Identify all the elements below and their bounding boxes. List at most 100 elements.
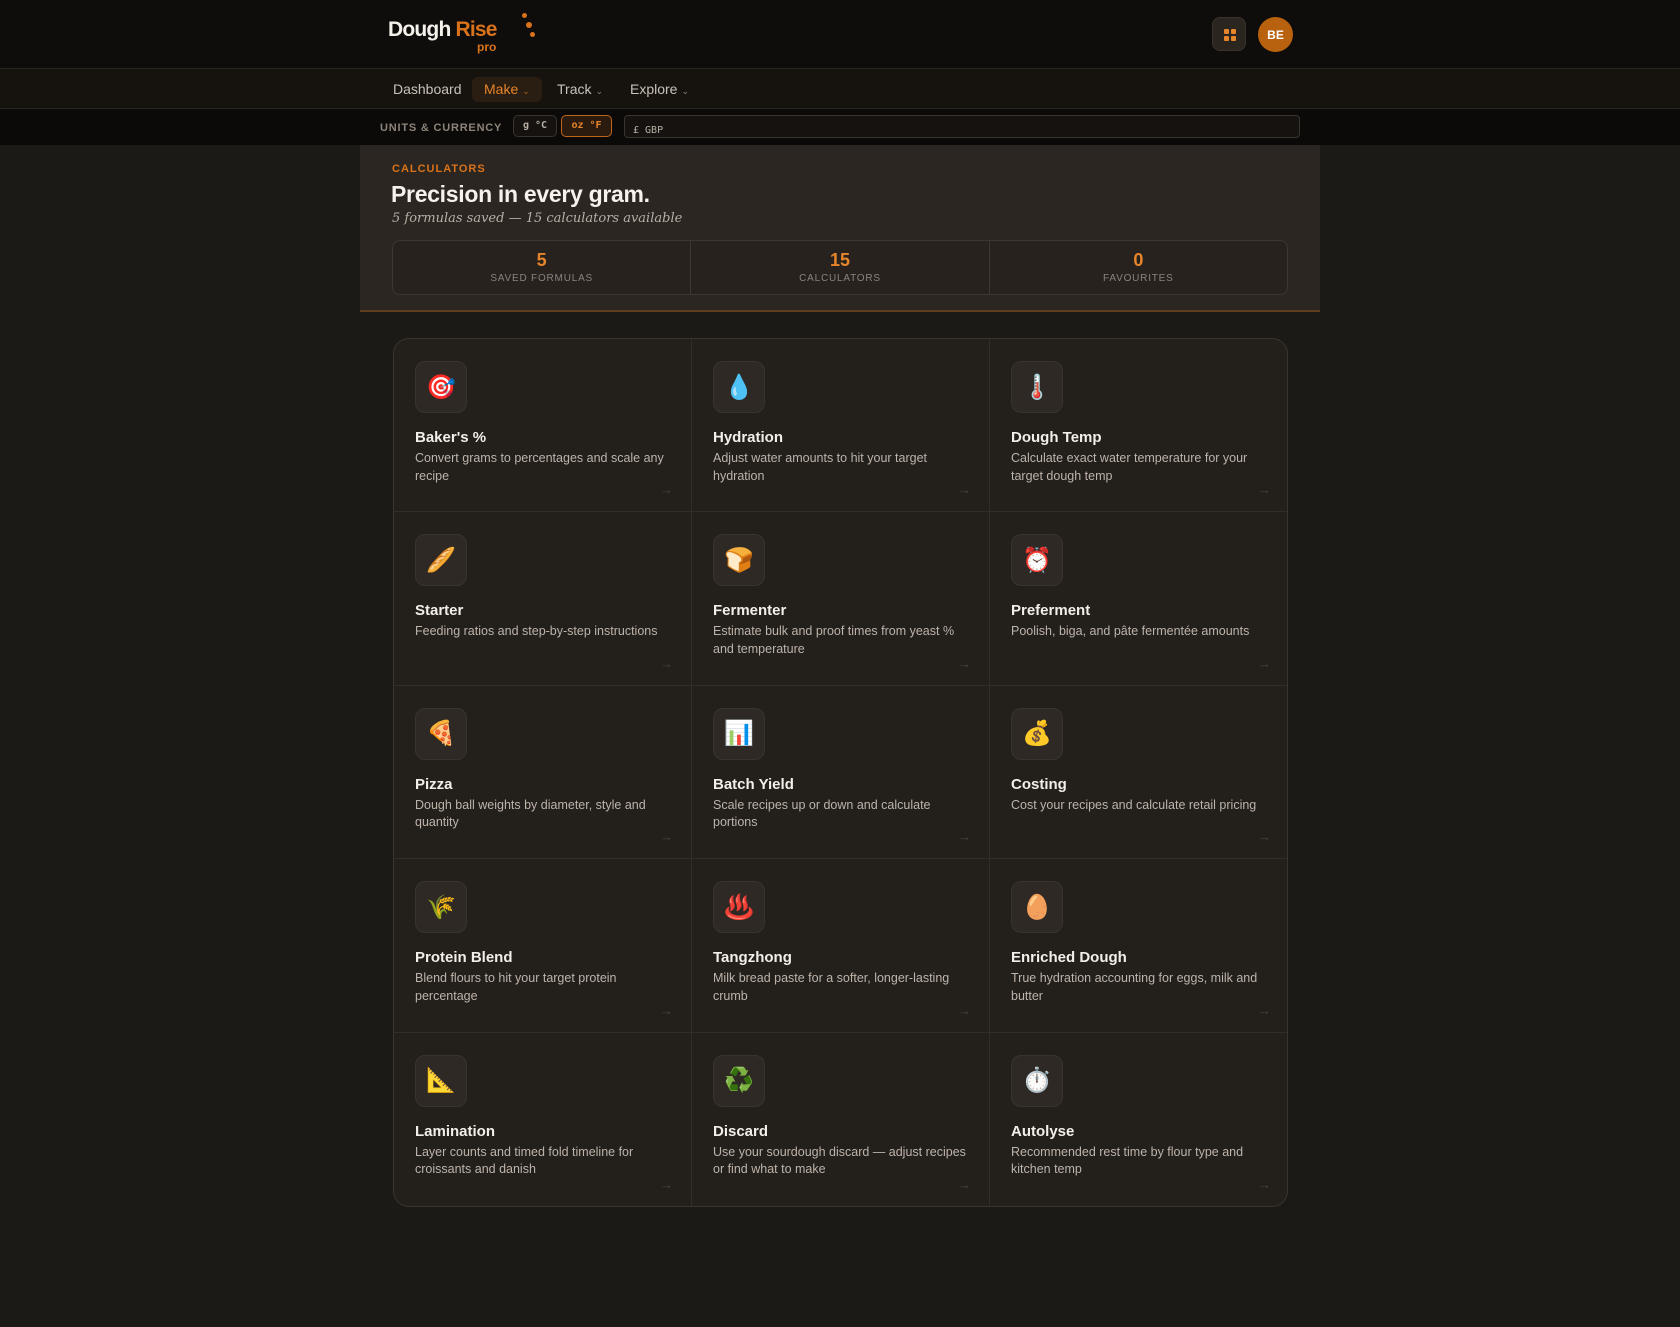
card-description: Blend flours to hit your target protein … [415,971,617,1003]
card-title: Costing [1011,775,1067,793]
calculator-card-costing[interactable]: 💰 Costing Cost your recipes and calculate … [990,686,1287,860]
arrow-right-icon: → [958,482,971,498]
section-eyebrow: CALCULATORS [392,163,486,175]
page-subtitle: 5 formulas saved — 15 calculators availa… [392,211,683,226]
main-nav: Dashboard Make ⌄ Track ⌄ Explore ⌄ [0,69,1680,109]
stat-value: 5 [536,250,547,270]
arrow-right-icon: → [1258,1176,1271,1192]
card-description: Scale recipes up or down and calculate p… [713,797,931,830]
nav-track-label: Track [557,81,592,97]
card-description: Milk bread paste for a softer, longer-la… [713,971,950,1003]
calculator-card-tangzhong[interactable]: ♨️ Tangzhong Milk bread paste for a softer… [692,859,990,1033]
arrow-right-icon: → [660,482,673,498]
card-title: Hydration [713,429,784,446]
stats-strip: 5 SAVED FORMULAS 15 CALCULATORS 0 FAVOUR… [392,240,1288,295]
calculator-card-dough-temp[interactable]: 🌡️ Dough Temp Calculate exact water temper… [990,339,1287,513]
arrow-right-icon: → [660,829,673,845]
egg-icon: 🥚 [1011,881,1063,934]
card-description: Estimate bulk and proof times from yeast… [713,624,955,656]
water-drop-icon: 💧 [713,361,765,413]
stat-value: 0 [1133,250,1144,270]
nav-dashboard[interactable]: Dashboard [393,77,462,102]
nav-track[interactable]: Track ⌄ [557,77,603,102]
units-label: UNITS & CURRENCY [380,122,503,134]
user-avatar[interactable]: BE [1258,17,1293,52]
card-description: Cost your recipes and calculate retail p… [1011,797,1257,812]
nav-dashboard-label: Dashboard [393,81,462,97]
calculator-card-lamination[interactable]: 📐 Lamination Layer counts and timed fold t… [394,1032,692,1206]
arrow-right-icon: → [958,655,971,671]
card-description: Feeding ratios and step-by-step instruct… [415,624,658,639]
money-bag-icon: 💰 [1011,707,1063,760]
calculator-card-protein-blend[interactable]: 🌾 Protein Blend Blend flours to hit your t… [394,859,692,1033]
card-description: Adjust water amounts to hit your target … [713,451,927,483]
logo-dough: Dough [388,18,451,41]
calculator-card-fermenter[interactable]: 🍞 Fermenter Estimate bulk and proof times … [692,512,990,686]
stopwatch-icon: ⏱️ [1011,1054,1063,1107]
wheat-icon: 🌾 [415,881,467,934]
arrow-right-icon: → [660,1176,673,1192]
stat-saved-formulas[interactable]: 5 SAVED FORMULAS [393,241,692,294]
nav-explore[interactable]: Explore ⌄ [630,77,689,102]
chevron-down-icon: ⌄ [522,86,530,96]
calculator-card-pizza[interactable]: 🍕 Pizza Dough ball weights by diameter, st… [394,685,692,860]
pizza-icon: 🍕 [415,707,467,760]
calculator-card-autolyse[interactable]: ⏱️ Autolyse Recommended rest time by flour… [990,1033,1287,1206]
arrow-right-icon: → [958,829,971,845]
card-title: Pizza [415,775,453,793]
stat-label: SAVED FORMULAS [490,273,594,284]
page-title: Precision in every gram. [391,181,650,207]
alarm-clock-icon: ⏰ [1011,534,1063,587]
baguette-icon: 🥖 [415,534,467,587]
card-description: Convert grams to percentages and scale a… [415,451,664,483]
arrow-right-icon: → [660,655,673,671]
arrow-right-icon: → [958,1176,971,1192]
card-description: Calculate exact water temperature for yo… [1011,451,1248,483]
logo-rise: Rise [455,18,498,41]
imperial-units-toggle[interactable]: oz °F [561,115,612,137]
app-logo[interactable]: Dough Rise pro [388,13,535,54]
nav-make[interactable]: Make ⌄ [472,77,542,102]
calculator-card-discard[interactable]: ♻️ Discard Use your sourdough discard — ad… [692,1032,990,1206]
arrow-right-icon: → [660,1002,673,1018]
card-description: True hydration accounting for eggs, milk… [1011,971,1258,1003]
apps-grid-button[interactable] [1212,17,1246,51]
card-title: Tangzhong [713,949,792,967]
card-title: Fermenter [713,602,787,620]
stat-label: CALCULATORS [799,273,881,284]
calculator-card-hydration[interactable]: 💧 Hydration Adjust water amounts to hit yo… [692,339,990,513]
calculator-card-batch-yield[interactable]: 📊 Batch Yield Scale recipes up or down and… [692,685,990,860]
card-title: Preferment [1011,602,1091,620]
bread-icon: 🍞 [713,534,765,587]
card-title: Enriched Dough [1011,949,1127,967]
card-title: Discard [713,1122,769,1140]
stat-calculators[interactable]: 15 CALCULATORS [691,241,990,294]
calculator-card-preferment[interactable]: ⏰ Preferment Poolish, biga, and pâte ferme… [990,512,1287,686]
units-bar: UNITS & CURRENCY g °C oz °F £ GBP [0,109,1680,145]
calculators-hero: CALCULATORS Precision in every gram. 5 f… [360,145,1320,312]
hot-springs-icon: ♨️ [713,881,765,934]
card-title: Autolyse [1011,1122,1075,1140]
top-bar: Dough Rise pro BE [0,0,1680,69]
card-title: Lamination [415,1122,496,1140]
stat-favourites[interactable]: 0 FAVOURITES [990,241,1287,294]
logo-tier: pro [477,40,497,54]
card-description: Layer counts and timed fold timeline for… [415,1144,634,1177]
nav-explore-label: Explore [630,81,678,97]
currency-select[interactable]: £ GBP [624,115,1300,138]
target-icon: 🎯 [415,361,467,413]
metric-units-toggle[interactable]: g °C [513,115,557,137]
thermometer-icon: 🌡️ [1011,361,1063,413]
arrow-right-icon: → [958,1002,971,1018]
arrow-right-icon: → [1258,482,1271,498]
triangle-ruler-icon: 📐 [415,1054,467,1107]
calculator-grid: 🎯 Baker's % Convert grams to percentages a… [393,338,1288,1207]
calculator-card-enriched-dough[interactable]: 🥚 Enriched Dough True hydration accounting… [990,859,1287,1033]
card-description: Use your sourdough discard — adjust reci… [713,1144,966,1177]
calculator-card-baker-s[interactable]: 🎯 Baker's % Convert grams to percentages a… [394,339,692,513]
card-title: Dough Temp [1011,429,1102,446]
card-title: Starter [415,602,464,620]
card-description: Poolish, biga, and pâte fermentée amount… [1011,624,1250,639]
currency-value: £ GBP [633,125,664,136]
calculator-card-starter[interactable]: 🥖 Starter Feeding ratios and step-by-step … [394,512,692,686]
